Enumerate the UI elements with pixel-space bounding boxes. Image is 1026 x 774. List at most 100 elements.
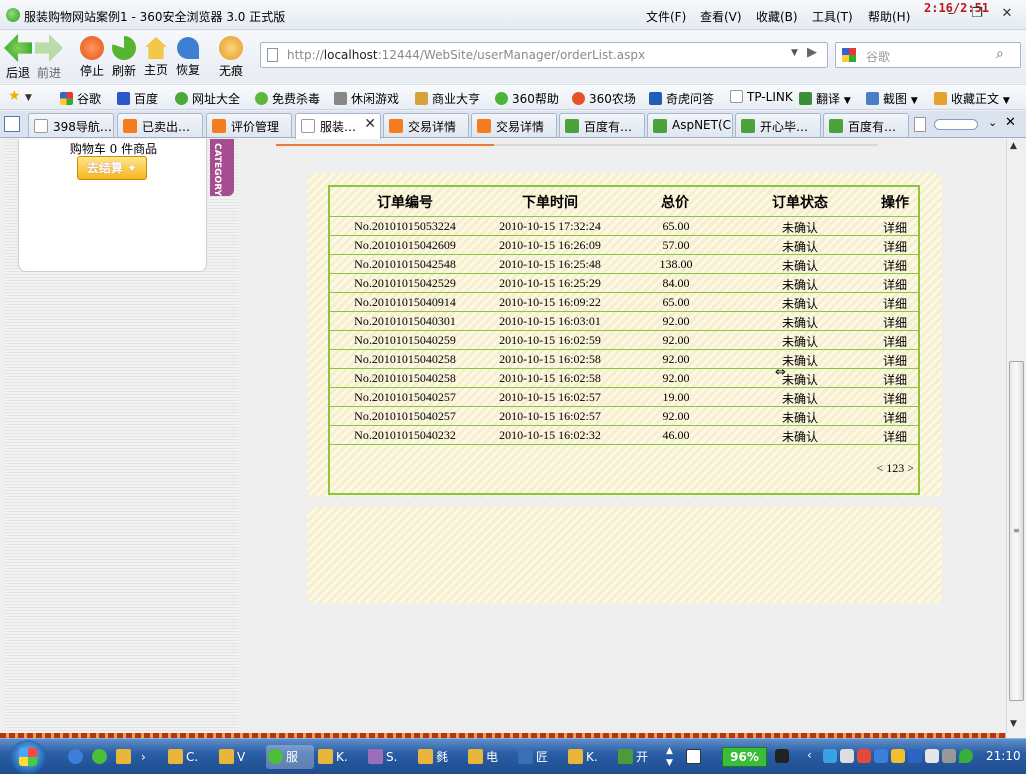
device-icon[interactable] bbox=[925, 749, 939, 763]
tab-2[interactable]: 已卖出… bbox=[117, 113, 203, 137]
fav-business[interactable]: 商业大亨 bbox=[415, 90, 480, 107]
task-item-10[interactable]: 开 bbox=[616, 745, 664, 769]
tab-10[interactable]: 百度有… bbox=[823, 113, 909, 137]
pager-next[interactable]: > bbox=[907, 461, 914, 475]
quicklaunch-ie-icon[interactable] bbox=[66, 745, 86, 769]
task-item-6[interactable]: 毵 bbox=[416, 745, 464, 769]
task-item-8[interactable]: 匠 bbox=[516, 745, 564, 769]
start-button[interactable] bbox=[10, 740, 46, 774]
menu-tools[interactable]: 工具(T) bbox=[812, 8, 853, 25]
taskbar-scroll-icon[interactable]: ▲ ▼ bbox=[666, 745, 678, 769]
tab-scroll-slider[interactable] bbox=[934, 119, 978, 130]
quicklaunch-more-icon[interactable]: › bbox=[141, 745, 153, 769]
cell-action[interactable]: 详细 bbox=[870, 257, 920, 274]
messenger-icon[interactable] bbox=[891, 749, 905, 763]
fav-screenshot[interactable]: 截图 ▼ bbox=[866, 90, 918, 107]
power-icon[interactable] bbox=[775, 749, 789, 763]
address-bar[interactable]: http://localhost:12444/WebSite/userManag… bbox=[260, 42, 828, 68]
fav-games[interactable]: 休闲游戏 bbox=[334, 90, 399, 107]
google-icon[interactable] bbox=[842, 48, 856, 62]
quicklaunch-360-icon[interactable] bbox=[90, 745, 110, 769]
close-icon[interactable]: ✕ bbox=[998, 6, 1016, 24]
scroll-down-icon[interactable]: ▼ bbox=[1010, 719, 1017, 729]
task-item-5[interactable]: S. bbox=[366, 745, 414, 769]
fav-save-text[interactable]: 收藏正文 ▼ bbox=[934, 90, 1010, 107]
shield-icon[interactable] bbox=[959, 749, 973, 763]
tab-8[interactable]: AspNET(C bbox=[647, 113, 733, 137]
scroll-thumb[interactable]: ≡ bbox=[1009, 361, 1024, 701]
pager-pages[interactable]: 123 bbox=[886, 461, 904, 475]
private-mode-button[interactable]: 无痕 bbox=[216, 34, 246, 79]
tab-list-chevron-icon[interactable]: ⌄ bbox=[988, 116, 997, 129]
favorites-star-icon[interactable]: ★ ▼ bbox=[8, 88, 32, 104]
cell-action[interactable]: 详细 bbox=[870, 238, 920, 255]
menu-view[interactable]: 查看(V) bbox=[700, 8, 742, 25]
cell-action[interactable]: 详细 bbox=[870, 314, 920, 331]
tab-9[interactable]: 开心毕… bbox=[735, 113, 821, 137]
cell-action[interactable]: 详细 bbox=[870, 333, 920, 350]
task-item-browser[interactable]: 服 bbox=[266, 745, 314, 769]
back-button[interactable]: 后退 bbox=[3, 34, 33, 81]
close-tab-icon[interactable]: ✕ bbox=[1005, 115, 1016, 130]
maximize-icon[interactable]: ❐ bbox=[968, 6, 986, 24]
go-arrow-icon[interactable]: ▶ bbox=[807, 45, 825, 65]
fav-tplink[interactable]: TP-LINK bbox=[730, 90, 793, 104]
tab-6[interactable]: 交易详情 bbox=[471, 113, 557, 137]
sidebar-toggle-icon[interactable] bbox=[4, 116, 20, 132]
vertical-scrollbar[interactable]: ▲ ≡ ▼ bbox=[1006, 139, 1026, 733]
cell-action[interactable]: 详细 bbox=[870, 428, 920, 445]
fav-translate[interactable]: 翻译 ▼ bbox=[799, 90, 851, 107]
tab-1[interactable]: 398导航… bbox=[28, 113, 114, 137]
cell-action[interactable]: 详细 bbox=[870, 390, 920, 407]
tab-5[interactable]: 交易详情 bbox=[383, 113, 469, 137]
new-tab-icon[interactable] bbox=[914, 117, 926, 132]
search-icon[interactable]: ⌕ bbox=[996, 46, 1004, 62]
input-icon[interactable] bbox=[908, 749, 922, 763]
home-button[interactable]: 主页 bbox=[141, 34, 171, 78]
restore-button[interactable]: 恢复 bbox=[173, 34, 203, 78]
fav-hao360[interactable]: 网址大全 bbox=[175, 90, 240, 107]
cell-action[interactable]: 详细 bbox=[870, 352, 920, 369]
fav-baidu[interactable]: 百度 bbox=[117, 90, 158, 107]
zoom-indicator[interactable]: 96% bbox=[722, 747, 767, 767]
stop-button[interactable]: 停止 bbox=[77, 34, 107, 79]
cell-action[interactable]: 详细 bbox=[870, 409, 920, 426]
tab-7[interactable]: 百度有… bbox=[559, 113, 645, 137]
tab-close-icon[interactable]: ✕ bbox=[364, 116, 376, 132]
fav-360help[interactable]: 360帮助 bbox=[495, 90, 559, 107]
task-item-2[interactable]: V bbox=[217, 745, 265, 769]
fav-antivirus[interactable]: 免费杀毒 bbox=[255, 90, 320, 107]
network-icon[interactable] bbox=[823, 749, 837, 763]
address-dropdown-icon[interactable]: ▼ bbox=[791, 48, 798, 58]
tab-active[interactable]: 服装… ✕ bbox=[295, 113, 381, 139]
volume-icon[interactable] bbox=[874, 749, 888, 763]
fav-qihoo-qa[interactable]: 奇虎问答 bbox=[649, 90, 714, 107]
qq-icon[interactable] bbox=[840, 749, 854, 763]
cell-action[interactable]: 详细 bbox=[870, 295, 920, 312]
forward-button[interactable]: 前进 bbox=[34, 34, 64, 81]
task-item-7[interactable]: 电 bbox=[466, 745, 514, 769]
tray-expand-icon[interactable]: ‹ bbox=[807, 748, 812, 762]
search-input[interactable]: 谷歌 bbox=[866, 48, 890, 65]
tab-3[interactable]: 评价管理 bbox=[206, 113, 292, 137]
task-item-1[interactable]: C. bbox=[166, 745, 214, 769]
refresh-button[interactable]: 刷新 bbox=[109, 34, 139, 79]
task-item-9[interactable]: K. bbox=[566, 745, 614, 769]
fav-google[interactable]: 谷歌 bbox=[60, 90, 101, 107]
cell-action[interactable]: 详细 bbox=[870, 371, 920, 388]
quicklaunch-folder-icon[interactable] bbox=[114, 745, 134, 769]
pager-prev[interactable]: < bbox=[876, 461, 883, 475]
menu-help[interactable]: 帮助(H) bbox=[868, 8, 910, 25]
category-tab[interactable]: CATEGORY bbox=[210, 139, 234, 196]
menu-file[interactable]: 文件(F) bbox=[646, 8, 686, 25]
printer-icon[interactable] bbox=[942, 749, 956, 763]
fav-360farm[interactable]: 360农场 bbox=[572, 90, 636, 107]
task-item-4[interactable]: K. bbox=[316, 745, 364, 769]
security-icon[interactable] bbox=[857, 749, 871, 763]
ime-icon[interactable] bbox=[684, 745, 708, 769]
menu-favorites[interactable]: 收藏(B) bbox=[756, 8, 798, 25]
address-url[interactable]: http://localhost:12444/WebSite/userManag… bbox=[287, 48, 645, 62]
checkout-button[interactable]: 去结算 ✦ bbox=[77, 156, 147, 180]
minimize-icon[interactable]: – bbox=[942, 6, 960, 24]
cell-action[interactable]: 详细 bbox=[870, 276, 920, 293]
